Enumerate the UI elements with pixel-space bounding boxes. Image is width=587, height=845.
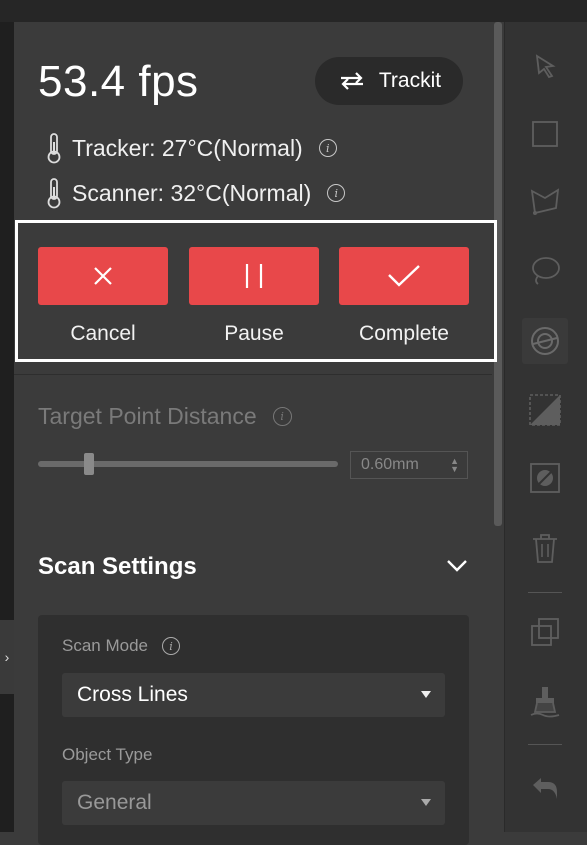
polygon-select-icon — [530, 188, 560, 215]
cancel-label: Cancel — [70, 322, 136, 345]
undo-icon — [533, 778, 557, 799]
pause-label: Pause — [224, 322, 284, 345]
object-type-value: General — [77, 791, 152, 814]
info-icon[interactable]: i — [327, 184, 346, 202]
trackit-label: Trackit — [378, 69, 442, 92]
lasso-select-icon — [532, 257, 560, 285]
delete-icon — [533, 534, 557, 563]
info-icon[interactable]: i — [318, 139, 337, 157]
polygon-select-tool[interactable] — [525, 182, 565, 222]
x-icon — [94, 267, 112, 285]
pause-icon — [245, 264, 263, 288]
invert-select-tool[interactable] — [525, 390, 565, 430]
thermometer-icon — [47, 178, 61, 209]
spinbox-value: 0.60mm — [361, 456, 419, 473]
check-icon — [388, 265, 420, 287]
thermometer-icon — [47, 133, 61, 164]
trackit-button[interactable]: Trackit — [315, 57, 463, 105]
chevron-down-icon[interactable] — [444, 557, 470, 575]
lasso-select-tool[interactable] — [525, 251, 565, 291]
cancel-button[interactable] — [38, 247, 168, 305]
clean-icon — [530, 687, 560, 718]
invert-select-icon — [529, 394, 561, 426]
target-point-slider[interactable] — [38, 461, 338, 467]
rectangle-select-icon — [532, 121, 558, 147]
object-type-label-row: Object Type — [62, 745, 152, 765]
deselect-tool[interactable] — [525, 458, 565, 498]
toolbar-separator — [528, 592, 562, 593]
fps-readout: 53.4 fps — [38, 57, 199, 106]
brush-select-icon — [531, 327, 559, 355]
target-point-spinbox[interactable]: 0.60mm ▲ ▼ — [350, 451, 468, 479]
complete-label: Complete — [359, 322, 449, 345]
complete-button[interactable] — [339, 247, 469, 305]
top-strip — [0, 0, 587, 22]
chevron-right-icon: › — [4, 649, 10, 665]
object-type-select[interactable]: General — [62, 781, 445, 825]
info-icon[interactable]: i — [162, 637, 180, 655]
spin-arrows-icon[interactable]: ▲ ▼ — [450, 457, 459, 474]
dropdown-caret-icon — [421, 799, 431, 806]
delete-tool[interactable] — [525, 528, 565, 568]
rectangle-select-tool[interactable] — [525, 114, 565, 154]
scanner-temp: Scanner: 32°C(Normal) — [72, 179, 312, 206]
scan-settings-title[interactable]: Scan Settings — [38, 553, 197, 581]
section-divider — [14, 374, 492, 375]
target-point-distance-row: Target Point Distance i — [38, 403, 292, 430]
viewport-edge — [0, 22, 14, 832]
dropdown-caret-icon — [421, 691, 431, 698]
clean-tool[interactable] — [525, 682, 565, 722]
undo-tool[interactable] — [525, 768, 565, 808]
scan-mode-value: Cross Lines — [77, 683, 188, 706]
scan-mode-label: Scan Mode — [62, 636, 148, 655]
brush-select-tool[interactable] — [522, 318, 568, 364]
tracker-temp: Tracker: 27°C(Normal) — [72, 134, 303, 161]
info-icon[interactable]: i — [272, 407, 292, 426]
deselect-icon — [530, 463, 560, 493]
target-point-distance-label: Target Point Distance — [38, 403, 257, 429]
object-type-label: Object Type — [62, 745, 153, 764]
select-arrow-icon — [535, 54, 556, 79]
tracker-temp-row: Tracker: 27°C(Normal) i — [44, 132, 337, 164]
collapse-panel-button[interactable]: › — [0, 620, 14, 694]
scan-mode-select[interactable]: Cross Lines — [62, 673, 445, 717]
copy-icon — [531, 618, 559, 646]
pause-button[interactable] — [189, 247, 319, 305]
copy-tool[interactable] — [525, 612, 565, 652]
swap-arrows-icon — [340, 72, 363, 90]
slider-handle[interactable] — [84, 453, 94, 475]
scanner-temp-row: Scanner: 32°C(Normal) i — [44, 177, 346, 209]
scan-mode-label-row: Scan Mode i — [62, 636, 180, 656]
toolbar-separator — [528, 744, 562, 745]
select-arrow-tool[interactable] — [525, 46, 565, 86]
